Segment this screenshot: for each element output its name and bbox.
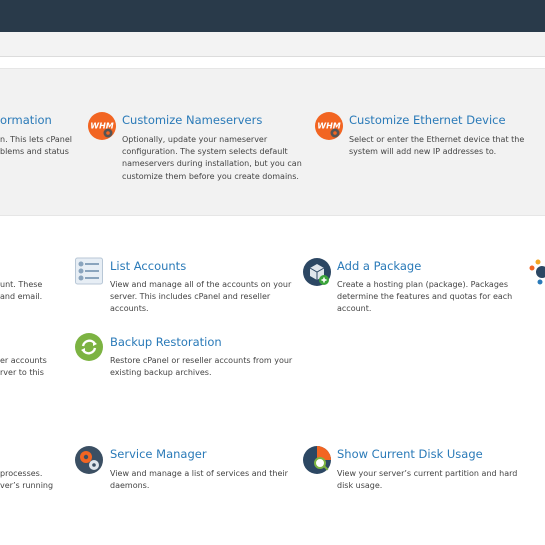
- partial-item-title[interactable]: ormation: [0, 113, 52, 127]
- top-navigation-bar: [0, 0, 545, 32]
- customize-ethernet-desc: Select or enter the Ethernet device that…: [349, 135, 525, 157]
- breadcrumb-bar: [0, 32, 545, 57]
- whm-gear-icon: WHM: [315, 112, 343, 140]
- partial-item-desc-line: ver’s running: [0, 481, 54, 490]
- backup-restoration-title[interactable]: Backup Restoration: [110, 335, 222, 349]
- partial-item-desc-line: n. This lets cPanel: [0, 135, 73, 144]
- package-add-icon: [303, 258, 331, 286]
- disk-usage-icon: [303, 446, 331, 474]
- customize-ethernet-title[interactable]: Customize Ethernet Device: [349, 113, 506, 127]
- customize-nameservers-desc: Optionally, update your nameserver confi…: [122, 135, 302, 181]
- add-package-title[interactable]: Add a Package: [337, 259, 421, 273]
- partial-item-desc-line: unt. These: [0, 280, 43, 289]
- add-package-desc: Create a hosting plan (package). Package…: [337, 280, 513, 314]
- backup-restoration-desc: Restore cPanel or reseller accounts from…: [110, 356, 293, 378]
- backup-restore-icon: [75, 333, 103, 361]
- partial-item-desc-line: processes.: [0, 469, 43, 478]
- disk-usage-title[interactable]: Show Current Disk Usage: [337, 447, 483, 461]
- partial-item-desc-line: rver to this: [0, 368, 44, 377]
- partial-item-desc-line: blems and status: [0, 147, 69, 156]
- customize-nameservers-title[interactable]: Customize Nameservers: [122, 113, 262, 127]
- service-manager-desc: View and manage a list of services and t…: [110, 469, 288, 491]
- partial-item-desc-line: and email.: [0, 292, 43, 301]
- list-accounts-title[interactable]: List Accounts: [110, 259, 186, 273]
- service-gears-icon: [75, 446, 103, 474]
- list-accounts-desc: View and manage all of the accounts on y…: [110, 280, 292, 314]
- whm-gear-icon: WHM: [88, 112, 116, 140]
- disk-usage-desc: View your server’s current partition and…: [337, 469, 518, 491]
- network-transfer-icon: [529, 259, 545, 285]
- service-manager-title[interactable]: Service Manager: [110, 447, 207, 461]
- partial-item-desc-line: er accounts: [0, 356, 47, 365]
- account-list-icon: [75, 257, 103, 285]
